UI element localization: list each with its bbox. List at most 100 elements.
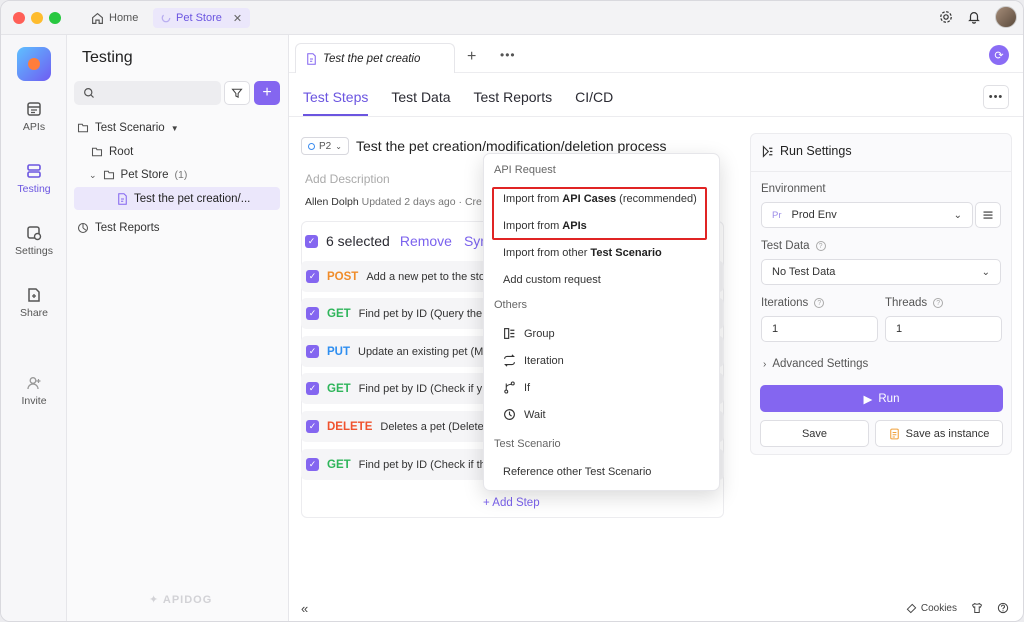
add-button[interactable]: + bbox=[254, 81, 280, 105]
add-step-label: Add Step bbox=[492, 497, 540, 509]
app-window: Home Pet Store ✕ APIs Testing Settings S… bbox=[0, 0, 1024, 622]
help-icon[interactable]: ? bbox=[933, 298, 944, 308]
advanced-settings-toggle[interactable]: › Advanced Settings bbox=[763, 358, 868, 370]
tab-more-icon[interactable]: ••• bbox=[500, 48, 516, 62]
home-icon bbox=[92, 12, 103, 24]
caret-down-icon: ▼ bbox=[170, 123, 179, 133]
search-input[interactable] bbox=[74, 81, 221, 105]
sync-button[interactable]: ⟳ bbox=[989, 45, 1009, 65]
priority-label: P2 bbox=[319, 140, 332, 152]
rail-item-invite[interactable]: Invite bbox=[1, 375, 67, 407]
scenario-doc-tab[interactable]: Test the pet creatio bbox=[295, 43, 455, 73]
test-data-select[interactable]: No Test Data ⌄ bbox=[761, 259, 1001, 285]
cookies-button[interactable]: Cookies bbox=[906, 603, 957, 614]
step-summary: Update an existing pet (M bbox=[358, 345, 484, 358]
tab-test-steps[interactable]: Test Steps bbox=[303, 89, 369, 116]
step-method: POST bbox=[327, 270, 359, 283]
add-step-button[interactable]: + Add Step bbox=[483, 497, 540, 509]
project-tab[interactable]: Pet Store ✕ bbox=[153, 8, 251, 28]
title-bar: Home Pet Store ✕ bbox=[1, 1, 1023, 35]
step-method: GET bbox=[327, 382, 351, 395]
collapse-sidebar-icon[interactable]: « bbox=[301, 601, 308, 616]
tree-item-scenario[interactable]: Test the pet creation/... bbox=[117, 189, 250, 209]
rail-item-testing[interactable]: Testing bbox=[1, 163, 67, 195]
tab-ci-cd[interactable]: CI/CD bbox=[575, 89, 613, 116]
cookie-icon bbox=[906, 603, 917, 613]
scenario-title[interactable]: Test the pet creation/modification/delet… bbox=[356, 138, 667, 154]
gear-icon[interactable] bbox=[939, 10, 953, 24]
save-button[interactable]: Save bbox=[760, 420, 869, 447]
app-logo bbox=[17, 47, 51, 81]
step-checkbox[interactable]: ✓ bbox=[306, 420, 319, 433]
run-button[interactable]: ▶ Run bbox=[760, 385, 1003, 412]
description-input[interactable]: Add Description bbox=[305, 172, 390, 186]
menu-item-group[interactable]: Group bbox=[503, 327, 555, 340]
close-window-button[interactable] bbox=[13, 12, 25, 24]
tree-label: Test the pet creation/... bbox=[134, 193, 251, 205]
tree-item-test-scenario[interactable]: Test Scenario ▼ bbox=[77, 118, 179, 138]
step-method: GET bbox=[327, 458, 351, 471]
home-tab[interactable]: Home bbox=[85, 8, 144, 28]
filter-button[interactable] bbox=[224, 81, 250, 105]
step-checkbox[interactable]: ✓ bbox=[306, 458, 319, 471]
rail-item-settings[interactable]: Settings bbox=[1, 225, 67, 257]
step-method: DELETE bbox=[327, 420, 373, 433]
environment-menu-button[interactable] bbox=[975, 202, 1001, 228]
new-tab-button[interactable]: + bbox=[467, 48, 476, 66]
menu-item-import-api-cases[interactable]: Import from API Cases (recommended) bbox=[503, 193, 697, 205]
step-checkbox[interactable]: ✓ bbox=[306, 345, 319, 358]
tree-item-root[interactable]: Root bbox=[91, 142, 133, 162]
report-icon bbox=[77, 222, 89, 234]
step-checkbox[interactable]: ✓ bbox=[306, 270, 319, 283]
tree-item-test-reports[interactable]: Test Reports bbox=[77, 218, 160, 238]
step-checkbox[interactable]: ✓ bbox=[306, 307, 319, 320]
plus-icon: + bbox=[262, 84, 272, 101]
settings-icon bbox=[27, 226, 42, 241]
menu-item-wait[interactable]: Wait bbox=[503, 408, 546, 421]
help-icon[interactable]: ? bbox=[815, 241, 826, 251]
environment-select[interactable]: Pr Prod Env ⌄ bbox=[761, 202, 973, 228]
rail-item-share[interactable]: Share bbox=[1, 287, 67, 319]
threads-input[interactable]: 1 bbox=[885, 316, 1002, 342]
rail-label-testing: Testing bbox=[17, 183, 51, 195]
api-icon bbox=[27, 102, 41, 116]
shirt-icon[interactable] bbox=[971, 602, 983, 614]
save-as-instance-button[interactable]: Save as instance bbox=[875, 420, 1003, 447]
rail-label-invite: Invite bbox=[21, 395, 47, 407]
step-summary: Add a new pet to the sto bbox=[366, 270, 485, 283]
run-settings-icon bbox=[762, 144, 773, 158]
menu-item-import-apis[interactable]: Import from APIs bbox=[503, 220, 587, 232]
panel-title: Testing bbox=[82, 49, 133, 66]
rail-item-apis[interactable]: APIs bbox=[1, 101, 67, 133]
select-all-checkbox[interactable]: ✓ bbox=[305, 234, 318, 248]
maximize-window-button[interactable] bbox=[49, 12, 61, 24]
save-label: Save bbox=[801, 427, 828, 440]
run-settings-title: Run Settings bbox=[780, 144, 852, 158]
home-tab-label: Home bbox=[109, 12, 139, 24]
nav-rail: APIs Testing Settings Share Invite bbox=[1, 35, 67, 621]
menu-item-iteration[interactable]: Iteration bbox=[503, 354, 564, 367]
tab-test-reports[interactable]: Test Reports bbox=[474, 89, 553, 116]
tab-test-data[interactable]: Test Data bbox=[391, 89, 450, 116]
step-checkbox[interactable]: ✓ bbox=[306, 382, 319, 395]
avatar[interactable] bbox=[995, 6, 1017, 28]
menu-item-custom-request[interactable]: Add custom request bbox=[503, 274, 601, 286]
menu-item-if[interactable]: If bbox=[503, 381, 530, 394]
rail-label-settings: Settings bbox=[15, 245, 53, 257]
menu-item-import-other-scenario[interactable]: Import from other Test Scenario bbox=[503, 247, 662, 259]
remove-button[interactable]: Remove bbox=[400, 233, 452, 249]
tree-item-pet-store[interactable]: ⌄ Pet Store (1) bbox=[89, 165, 187, 185]
help-circle-icon[interactable] bbox=[997, 602, 1009, 614]
folder-open-icon bbox=[103, 170, 114, 180]
menu-item-reference-scenario[interactable]: Reference other Test Scenario bbox=[503, 466, 651, 478]
minimize-window-button[interactable] bbox=[31, 12, 43, 24]
close-tab-icon[interactable]: ✕ bbox=[233, 12, 242, 25]
tree-label: Root bbox=[109, 146, 134, 158]
bell-icon[interactable] bbox=[967, 10, 981, 24]
more-options-button[interactable]: ••• bbox=[983, 85, 1009, 109]
priority-icon bbox=[308, 142, 315, 150]
scenario-tabs: Test Steps Test Data Test Reports CI/CD bbox=[303, 89, 636, 116]
help-icon[interactable]: ? bbox=[814, 298, 825, 308]
iterations-input[interactable]: 1 bbox=[761, 316, 878, 342]
priority-select[interactable]: P2 ⌄ bbox=[301, 137, 349, 155]
